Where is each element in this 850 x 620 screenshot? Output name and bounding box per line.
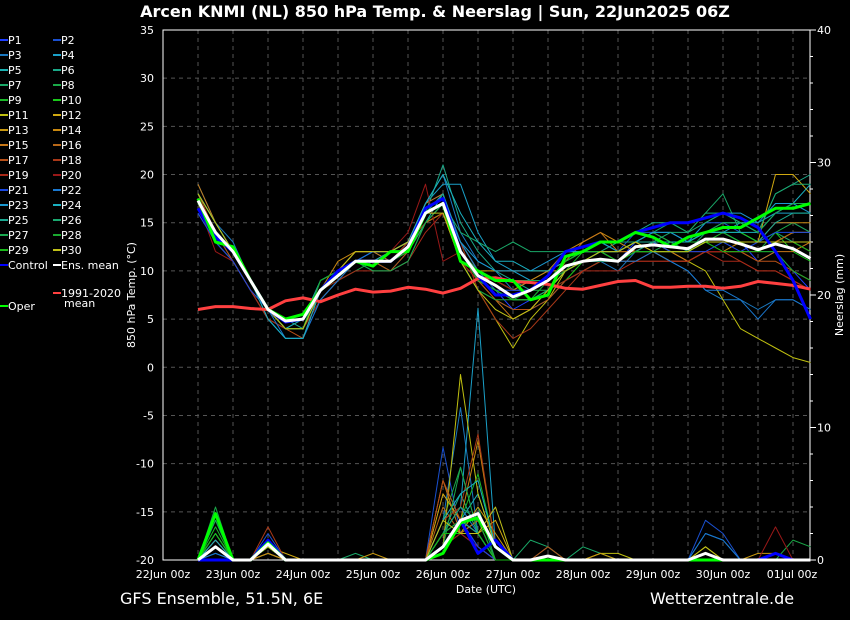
y-tick-label: -15 xyxy=(136,506,154,519)
y2-tick-label: 0 xyxy=(817,554,824,567)
x-tick-label: 26Jun 00z xyxy=(416,568,471,581)
legend-p23: P23 xyxy=(8,199,29,212)
legend-p14: P14 xyxy=(61,124,82,137)
y-axis-label: 850 hPa Temp. (°C) xyxy=(125,242,138,348)
legend-p4: P4 xyxy=(61,49,75,62)
legend-p22: P22 xyxy=(61,184,82,197)
y2-axis-label: Neerslag (mm) xyxy=(833,254,846,336)
y-tick-label: -5 xyxy=(143,409,154,422)
member-precip-line-P14 xyxy=(197,440,811,561)
y-tick-label: -20 xyxy=(136,554,154,567)
x-tick-label: 28Jun 00z xyxy=(556,568,611,581)
y2-tick-label: 10 xyxy=(817,422,831,435)
x-axis-label: Date (UTC) xyxy=(456,583,516,596)
legend-p3: P3 xyxy=(8,49,22,62)
legend-p6: P6 xyxy=(61,64,75,77)
legend-p17: P17 xyxy=(8,154,29,167)
y-tick-label: -10 xyxy=(136,458,154,471)
member-precip-line-P4 xyxy=(197,307,811,561)
x-tick-label: 23Jun 00z xyxy=(206,568,261,581)
legend-p9: P9 xyxy=(8,94,22,107)
legend-p13: P13 xyxy=(8,124,29,137)
x-tick-label: 22Jun 00z xyxy=(136,568,191,581)
legend: P1 P2 P3 P4 P5 P6 P7 P8 P9 P10 P11 P12 P13 P14 P15 P16 P… xyxy=(0,34,121,313)
y-tick-label: 35 xyxy=(140,24,154,37)
control-temp-line xyxy=(196,197,812,324)
y-tick-label: 30 xyxy=(140,72,154,85)
y-tick-label: 20 xyxy=(140,169,154,182)
legend-p29: P29 xyxy=(8,244,29,257)
x-tick-label: 24Jun 00z xyxy=(276,568,331,581)
legend-p27: P27 xyxy=(8,229,29,242)
legend-p30: P30 xyxy=(61,244,82,257)
x-tick-label: 25Jun 00z xyxy=(346,568,401,581)
member-precip-line-P3 xyxy=(197,407,811,561)
legend-oper: Oper xyxy=(8,300,35,313)
ensemble-chart: Arcen KNMI (NL) 850 hPa Temp. & Neerslag… xyxy=(0,2,846,608)
y2-tick-label: 20 xyxy=(817,289,831,302)
footer-source[interactable]: Wetterzentrale.de xyxy=(650,589,794,608)
legend-control: Control xyxy=(8,259,48,272)
legend-p16: P16 xyxy=(61,139,82,152)
ens-mean-precip-line xyxy=(197,512,811,562)
legend-climatology-line2: mean xyxy=(64,297,95,310)
legend-p18: P18 xyxy=(61,154,82,167)
legend-p8: P8 xyxy=(61,79,75,92)
y-axis-left: 35 30 25 20 15 10 5 0 -5 -10 -15 -20 xyxy=(136,24,154,567)
y-axis-right: 40 30 20 10 0 xyxy=(810,24,831,567)
member-temp-line-P15 xyxy=(197,183,811,330)
footer-model: GFS Ensemble, 51.5N, 6E xyxy=(120,589,323,608)
y-tick-label: 0 xyxy=(147,361,154,374)
x-tick-label: 01Jul 00z xyxy=(767,568,818,581)
x-tick-label: 27Jun 00z xyxy=(486,568,541,581)
x-axis: 22Jun 00z 23Jun 00z 24Jun 00z 25Jun 00z 26Ju… xyxy=(136,568,818,581)
series-group xyxy=(196,164,812,562)
y-tick-label: 25 xyxy=(140,120,154,133)
legend-p7: P7 xyxy=(8,79,22,92)
legend-p21: P21 xyxy=(8,184,29,197)
legend-p5: P5 xyxy=(8,64,22,77)
member-precip-line-P2 xyxy=(197,446,811,561)
x-tick-label: 30Jun 00z xyxy=(696,568,751,581)
x-tick-label: 29Jun 00z xyxy=(626,568,681,581)
legend-p28: P28 xyxy=(61,229,82,242)
y2-tick-label: 40 xyxy=(817,24,831,37)
legend-p20: P20 xyxy=(61,169,82,182)
legend-p12: P12 xyxy=(61,109,82,122)
legend-p1: P1 xyxy=(8,34,22,47)
legend-p11: P11 xyxy=(8,109,29,122)
legend-p24: P24 xyxy=(61,199,82,212)
y-tick-label: 10 xyxy=(140,265,154,278)
legend-p10: P10 xyxy=(61,94,82,107)
y-tick-label: 15 xyxy=(140,217,154,230)
y-tick-label: 5 xyxy=(147,313,154,326)
legend-ens-mean: Ens. mean xyxy=(61,259,119,272)
chart-title: Arcen KNMI (NL) 850 hPa Temp. & Neerslag… xyxy=(140,2,730,22)
legend-p25: P25 xyxy=(8,214,29,227)
y2-tick-label: 30 xyxy=(817,157,831,170)
legend-p2: P2 xyxy=(61,34,75,47)
legend-p15: P15 xyxy=(8,139,29,152)
legend-p19: P19 xyxy=(8,169,29,182)
legend-p26: P26 xyxy=(61,214,82,227)
